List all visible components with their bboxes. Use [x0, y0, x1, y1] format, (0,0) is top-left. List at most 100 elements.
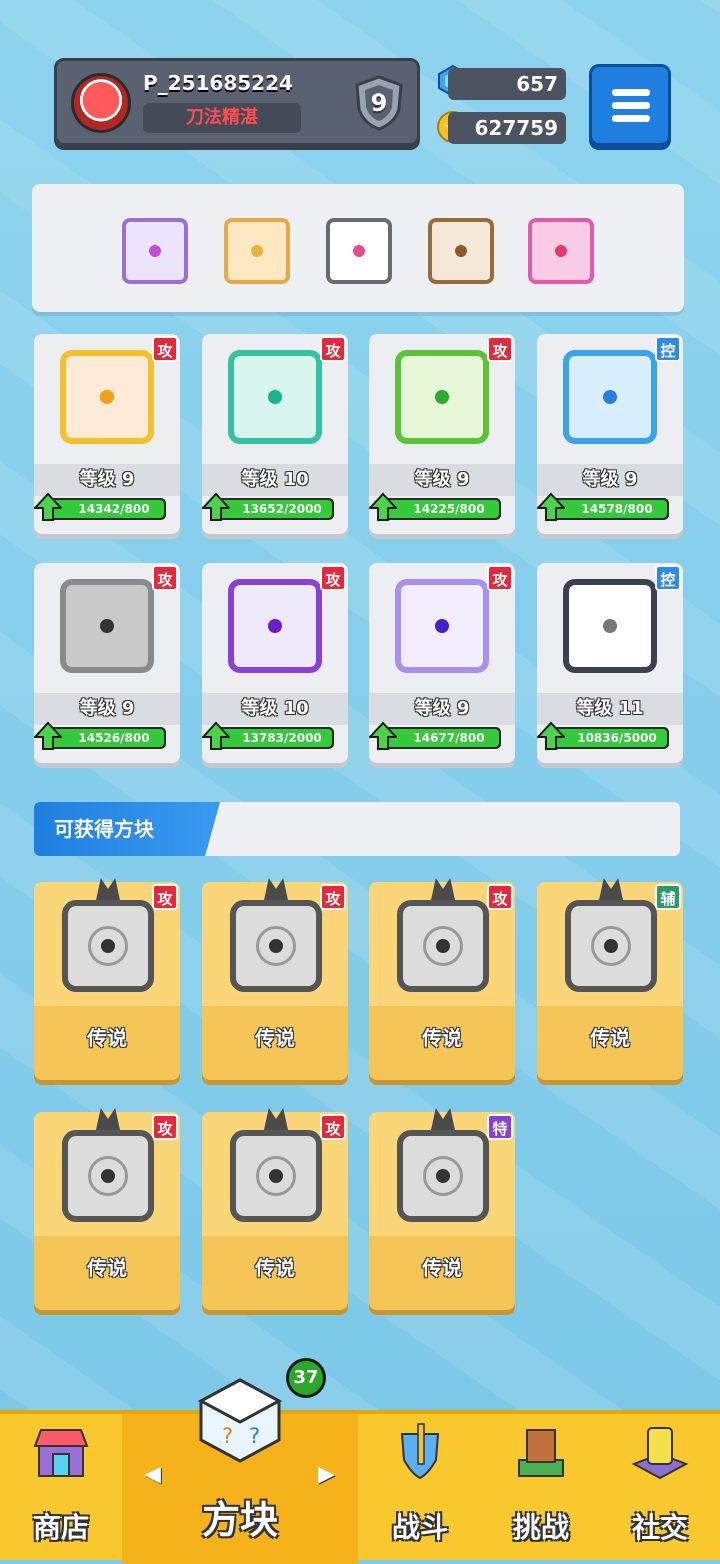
nav-label: 挑战 [512, 1511, 569, 1544]
legend-card-6[interactable]: 攻传说 [202, 1108, 348, 1310]
social-icon [631, 1427, 689, 1480]
locked-dice-tile [397, 900, 489, 992]
nav-challenge[interactable]: 挑战 [482, 1414, 600, 1564]
gold-count: 627759 [448, 112, 566, 144]
type-tag: 攻 [320, 1114, 346, 1140]
locked-dice-tile [230, 1130, 322, 1222]
type-tag: 攻 [487, 884, 513, 910]
shop-icon [33, 1429, 89, 1477]
nav-dice[interactable]: ? ? 方块 [122, 1378, 358, 1564]
dice-count-badge: 37 [286, 1358, 326, 1398]
player-name: P_251685224 [143, 71, 293, 95]
available-section-header: 可获得方块 [34, 802, 680, 856]
equipped-slot-3[interactable] [326, 218, 392, 284]
nav-next-arrow-icon[interactable]: ▶ [318, 1462, 335, 1487]
upgrade-progress-bar: 14677/800 [381, 727, 501, 749]
dice-pip [100, 390, 114, 404]
dice-tile [60, 350, 154, 444]
progress-text: 14225/800 [413, 502, 485, 516]
rank-level: 9 [370, 89, 388, 117]
upgrade-progress-bar: 10836/5000 [549, 727, 669, 749]
nav-label: 战斗 [391, 1511, 448, 1544]
rarity-label: 传说 [87, 1026, 127, 1050]
upgrade-progress-bar: 14526/800 [46, 727, 166, 749]
legend-card-7[interactable]: 特传说 [369, 1108, 515, 1310]
dice-pip [269, 939, 283, 953]
upgrade-progress-bar: 13652/2000 [214, 498, 334, 520]
upgrade-arrow-icon [537, 721, 565, 750]
type-tag: 攻 [487, 336, 513, 362]
dice-icon: ? ? [197, 1378, 283, 1463]
nav-label: 社交 [631, 1511, 688, 1544]
section-title: 可获得方块 [34, 802, 220, 856]
rarity-label: 传说 [590, 1026, 630, 1050]
type-tag: 攻 [320, 565, 346, 591]
dice-pip [268, 390, 282, 404]
svg-text:?: ? [249, 1424, 260, 1448]
type-tag: 攻 [152, 884, 178, 910]
legend-card-1[interactable]: 攻传说 [34, 878, 180, 1080]
legend-card-3[interactable]: 攻传说 [369, 878, 515, 1080]
type-tag: 攻 [152, 565, 178, 591]
dice-pip [436, 1169, 450, 1183]
nav-label: 方块 [201, 1498, 278, 1542]
dice-pip [101, 1169, 115, 1183]
rarity-label: 传说 [422, 1256, 462, 1280]
dice-card-poison-dice[interactable]: 攻等级 9 14225/800 [369, 334, 515, 534]
nav-prev-arrow-icon[interactable]: ◀ [144, 1462, 161, 1487]
avatar[interactable] [71, 73, 131, 133]
dice-pip [101, 939, 115, 953]
progress-text: 14677/800 [413, 731, 485, 745]
dice-pip [603, 390, 617, 404]
nav-social[interactable]: 社交 [600, 1414, 720, 1564]
player-profile[interactable]: P_251685224 刀法精湛 9 [54, 58, 420, 146]
dice-card-iron-dice[interactable]: 攻等级 9 14526/800 [34, 563, 180, 763]
dice-pip [435, 619, 449, 633]
type-tag: 攻 [487, 565, 513, 591]
rarity-label: 传说 [87, 1256, 127, 1280]
dice-card-light-dice[interactable]: 攻等级 9 14342/800 [34, 334, 180, 534]
nav-shop[interactable]: 商店 [0, 1414, 122, 1564]
dice-card-teleport-dice[interactable]: 攻等级 10 13783/2000 [202, 563, 348, 763]
type-tag: 攻 [152, 336, 178, 362]
upgrade-progress-bar: 14225/800 [381, 498, 501, 520]
upgrade-arrow-icon [202, 492, 230, 521]
upgrade-arrow-icon [202, 721, 230, 750]
menu-icon [612, 89, 650, 96]
upgrade-arrow-icon [537, 492, 565, 521]
dice-tile [395, 579, 489, 673]
svg-text:?: ? [222, 1424, 233, 1448]
legend-card-5[interactable]: 攻传说 [34, 1108, 180, 1310]
dice-pip [436, 939, 450, 953]
dice-tile [563, 350, 657, 444]
rank-badge[interactable]: 9 [349, 73, 409, 133]
upgrade-arrow-icon [369, 721, 397, 750]
dice-card-random-dice[interactable]: 攻等级 9 14677/800 [369, 563, 515, 763]
progress-text: 13652/2000 [242, 502, 322, 516]
locked-dice-tile [62, 900, 154, 992]
dice-pip [604, 939, 618, 953]
dice-card-lock-dice[interactable]: 控等级 11 10836/5000 [537, 563, 683, 763]
dice-pip [251, 245, 263, 257]
equipped-slot-4[interactable] [428, 218, 494, 284]
equipped-slot-2[interactable] [224, 218, 290, 284]
menu-button[interactable] [589, 64, 671, 146]
type-tag: 控 [655, 336, 681, 362]
rarity-label: 传说 [422, 1026, 462, 1050]
dice-pip [100, 619, 114, 633]
equipped-slot-1[interactable] [122, 218, 188, 284]
legend-card-2[interactable]: 攻传说 [202, 878, 348, 1080]
progress-text: 14578/800 [581, 502, 653, 516]
equipped-slot-5[interactable] [528, 218, 594, 284]
locked-dice-tile [230, 900, 322, 992]
progress-text: 13783/2000 [242, 731, 322, 745]
rarity-label: 传说 [255, 1256, 295, 1280]
type-tag: 攻 [320, 336, 346, 362]
dice-pip [149, 245, 161, 257]
bottom-nav: 商店 ? ? 方块 战斗 挑战 社交 [0, 1378, 720, 1564]
dice-card-wind-dice[interactable]: 攻等级 10 13652/2000 [202, 334, 348, 534]
legend-card-4[interactable]: 辅传说 [537, 878, 683, 1080]
dice-card-ice-dice[interactable]: 控等级 9 14578/800 [537, 334, 683, 534]
nav-battle[interactable]: 战斗 [358, 1414, 482, 1564]
upgrade-arrow-icon [34, 492, 62, 521]
